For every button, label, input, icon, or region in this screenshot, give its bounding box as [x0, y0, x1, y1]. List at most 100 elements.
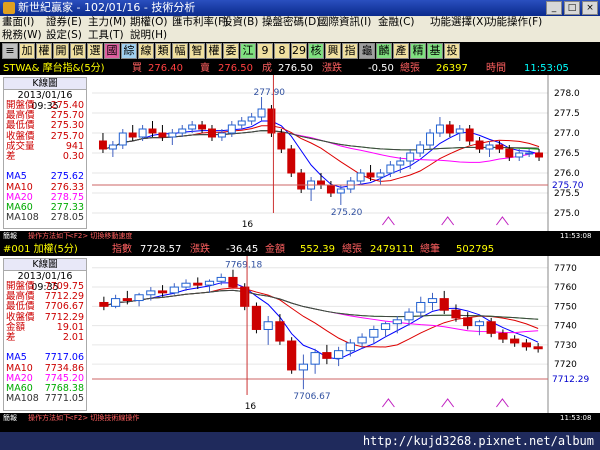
candle-body: [474, 321, 485, 327]
status-line-2: 簡報 操作方法如下 <F2> 切換技術線操作 11:53:08: [0, 413, 600, 423]
menu-5[interactable]: 投資(B): [222, 16, 258, 29]
status-time: 11:53:08: [560, 414, 592, 422]
candle-body: [275, 321, 285, 342]
candle-body: [380, 323, 391, 330]
toolbar-button-7[interactable]: 線: [138, 43, 154, 59]
candle-body: [227, 124, 236, 134]
candle-body: [188, 124, 197, 130]
toolbar-button-13[interactable]: 江: [240, 43, 256, 59]
candle-body: [366, 172, 375, 178]
candle-body: [138, 128, 147, 138]
menu-6[interactable]: 操盤密碼(D): [262, 16, 320, 29]
toolbar-button-17[interactable]: 核: [308, 43, 324, 59]
menu-4[interactable]: 匯市利率(F): [172, 16, 228, 29]
menu2-3[interactable]: 說明(H): [130, 29, 167, 42]
toolbar-button-14[interactable]: 9: [257, 43, 273, 59]
toolbar-button-20[interactable]: 龜: [359, 43, 375, 59]
menu-8[interactable]: 金融(C): [378, 16, 415, 29]
toolbar-button-15[interactable]: 8: [274, 43, 290, 59]
info-box-2: K線圖 2013/01/16 09:35 開盤價 7709.75 最高價 7712.2…: [3, 258, 87, 411]
candle-body: [426, 132, 434, 146]
menu-0[interactable]: 畫面(I): [2, 16, 34, 29]
close-button[interactable]: ×: [582, 1, 598, 15]
toolbar-button-24[interactable]: 基: [427, 43, 443, 59]
info-box-1: K線圖 2013/01/16 09:35 開盤價 275.40 最高價 275.70 最…: [3, 77, 87, 229]
menu2-0[interactable]: 稅務(W): [2, 29, 42, 42]
toolbar: ≡ 加權開價選國綜線類幅智權委江 9 8 29 核興指龜麟產精基投: [0, 42, 600, 60]
menu-9[interactable]: 功能選擇(X): [430, 16, 487, 29]
y-tick-label: 276.5: [554, 149, 580, 159]
status-line-1: 簡報 操作方法如下 <F2> 切換移動速度 11:53:08: [0, 231, 600, 241]
status-hint-b: <F2> 切換技術線操作: [68, 414, 140, 422]
toolbar-button-16[interactable]: 29: [291, 43, 307, 59]
toolbar-button-5[interactable]: 國: [104, 43, 120, 59]
y-tick-label: 7720: [554, 360, 577, 370]
toolbar-button-3[interactable]: 價: [70, 43, 86, 59]
candle-body: [369, 328, 379, 338]
candle-body: [475, 140, 484, 150]
menu-1[interactable]: 證券(E): [46, 16, 82, 29]
candle-body: [357, 336, 367, 344]
toolbar-button-10[interactable]: 智: [189, 43, 205, 59]
candle-body: [98, 140, 107, 150]
candle-body: [463, 317, 473, 327]
candlestick-chart-2[interactable]: 7770 7760 7750 7740 7730 7720 16 7712.29 7769.18…: [90, 256, 600, 413]
toolbar-menu-icon[interactable]: ≡: [2, 43, 18, 59]
amount-label: 金額: [265, 244, 285, 255]
minimize-button[interactable]: _: [546, 1, 562, 15]
info-row: MA108 7771.05: [4, 393, 86, 404]
candle-body: [217, 132, 226, 138]
toolbar-button-25[interactable]: 投: [444, 43, 460, 59]
toolbar-button-8[interactable]: 類: [155, 43, 171, 59]
toolbar-button-22[interactable]: 產: [393, 43, 409, 59]
candle-body: [193, 282, 203, 286]
x-tick-label: 16: [242, 220, 254, 230]
candle-body: [110, 298, 121, 307]
change-value: -0.50: [368, 63, 394, 74]
toolbar-button-9[interactable]: 幅: [172, 43, 188, 59]
toolbar-button-19[interactable]: 指: [342, 43, 358, 59]
menu-10[interactable]: 功能操作(F): [486, 16, 542, 29]
toolbar-button-2[interactable]: 開: [53, 43, 69, 59]
toolbar-button-18[interactable]: 興: [325, 43, 341, 59]
candle-body: [439, 298, 449, 311]
candle-body: [435, 124, 444, 134]
candle-body: [99, 301, 109, 307]
info-row: MA5 275.62: [4, 172, 86, 182]
toolbar-button-1[interactable]: 權: [36, 43, 52, 59]
info-row: 差 0.30: [4, 151, 86, 162]
menu-3[interactable]: 期權(O): [130, 16, 167, 29]
menu2-1[interactable]: 設定(S): [46, 29, 82, 42]
menu-2[interactable]: 主力(M): [88, 16, 126, 29]
candle-body: [198, 124, 207, 130]
info-title: K線圖: [4, 78, 86, 90]
symbol-name[interactable]: #001 加權(5分): [3, 243, 78, 256]
toolbar-button-0[interactable]: 加: [19, 43, 35, 59]
info-key: MA5: [6, 171, 27, 183]
candlestick-chart-1[interactable]: 278.0277.5277.0276.5276.0275.5275.016275…: [90, 75, 600, 231]
info-row: MA5 7717.06: [4, 353, 86, 363]
toolbar-button-21[interactable]: 麟: [376, 43, 392, 59]
toolbar-button-23[interactable]: 精: [410, 43, 426, 59]
y-tick-label: 7760: [554, 283, 577, 293]
candle-body: [297, 172, 306, 190]
candle-body: [336, 188, 345, 194]
toolbar-button-11[interactable]: 權: [206, 43, 222, 59]
symbol-name[interactable]: STWA& 摩台指&(5分): [3, 62, 105, 75]
time-value: 11:53:05: [524, 63, 569, 74]
menu2-2[interactable]: 工具(T): [88, 29, 124, 42]
sell-price: 276.50: [218, 63, 253, 74]
maximize-button[interactable]: □: [564, 1, 580, 15]
candle-body: [122, 298, 132, 302]
candle-body: [533, 346, 543, 350]
toolbar-button-4[interactable]: 選: [87, 43, 103, 59]
deal-price: 276.50: [278, 63, 313, 74]
status-time: 11:53:08: [560, 232, 592, 240]
toolbar-button-6[interactable]: 綜: [121, 43, 137, 59]
toolbar-button-12[interactable]: 委: [223, 43, 239, 59]
candle-body: [208, 128, 216, 138]
candle-body: [298, 363, 309, 371]
candle-body: [485, 144, 494, 150]
candle-body: [118, 132, 127, 146]
menu-7[interactable]: 國際資訊(I): [318, 16, 371, 29]
